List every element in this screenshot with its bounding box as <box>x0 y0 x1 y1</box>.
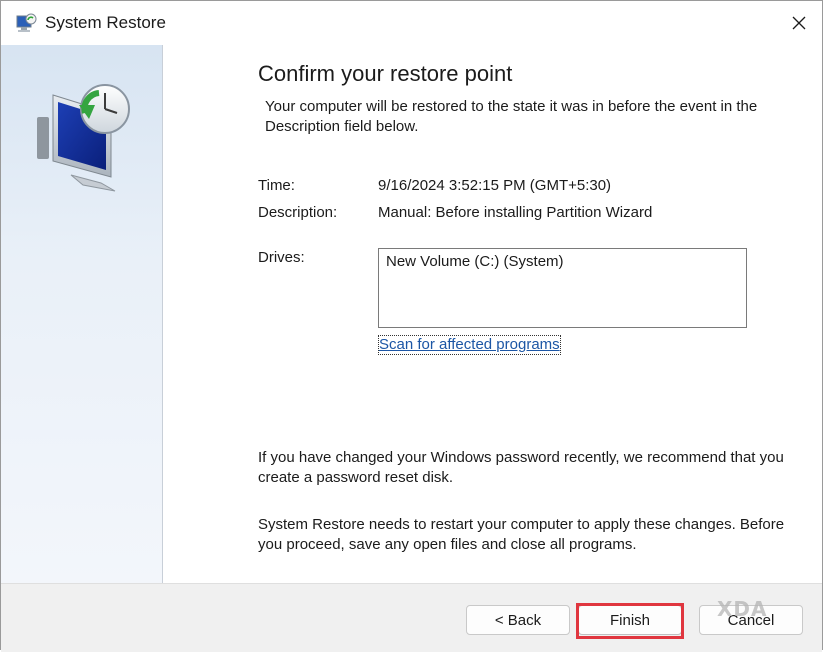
title-bar: System Restore <box>1 1 822 45</box>
system-restore-window: System Restore Confirm your restore poin… <box>0 0 823 652</box>
close-icon <box>792 16 806 30</box>
time-label: Time: <box>258 177 295 194</box>
drives-label: Drives: <box>258 249 305 266</box>
intro-text: Your computer will be restored to the st… <box>265 98 758 135</box>
system-restore-monitor-clock-icon <box>31 75 135 215</box>
description-value: Manual: Before installing Partition Wiza… <box>378 204 653 221</box>
scan-affected-programs-link[interactable]: Scan for affected programs <box>378 335 561 355</box>
time-value: 9/16/2024 3:52:15 PM (GMT+5:30) <box>378 177 612 194</box>
button-bar: < Back Finish Cancel XDA <box>1 583 822 652</box>
window-title: System Restore <box>45 13 166 32</box>
list-item[interactable]: New Volume (C:) (System) <box>386 253 739 270</box>
system-restore-app-icon <box>15 13 37 33</box>
back-button[interactable]: < Back <box>466 605 570 635</box>
restart-note: System Restore needs to restart your com… <box>258 516 785 553</box>
wizard-content: Confirm your restore point Your computer… <box>163 45 822 583</box>
close-button[interactable] <box>776 1 822 45</box>
wizard-sidebar <box>1 45 163 583</box>
drives-list[interactable]: New Volume (C:) (System) <box>378 248 747 328</box>
description-label: Description: <box>258 204 338 221</box>
page-title: Confirm your restore point <box>258 61 513 86</box>
password-note: If you have changed your Windows passwor… <box>258 449 784 486</box>
cancel-button[interactable]: Cancel <box>699 605 803 635</box>
finish-button[interactable]: Finish <box>578 605 682 635</box>
